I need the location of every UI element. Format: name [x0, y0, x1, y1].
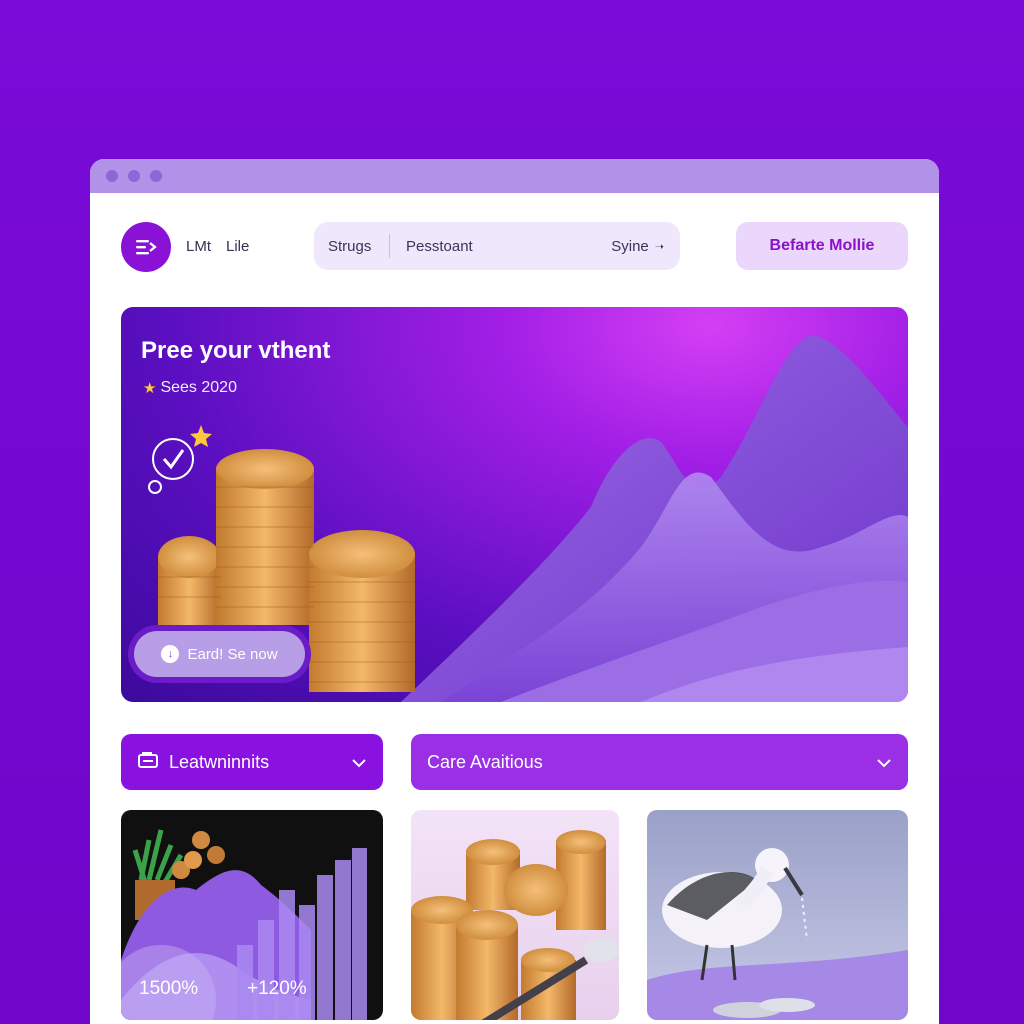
dropdown-leatwninnits[interactable]: Leatwninnits — [121, 734, 383, 790]
search-action[interactable]: Syine ➝ — [611, 238, 680, 255]
stat-value: 1500% — [139, 978, 199, 999]
nav-link[interactable]: Lile — [226, 238, 249, 255]
stat-value: +120% — [247, 978, 307, 999]
search-action-label: Syine — [611, 237, 649, 255]
arrow-right-icon: ➝ — [654, 240, 664, 253]
window-control-dot[interactable] — [106, 170, 118, 182]
search-input[interactable]: Pesstoant — [390, 238, 611, 255]
chevron-down-icon — [351, 752, 367, 773]
download-icon: ↓ — [161, 645, 180, 663]
folder-icon — [137, 751, 163, 774]
chevron-down-icon — [876, 752, 892, 773]
logo-menu-icon[interactable] — [121, 222, 171, 272]
window-control-dot[interactable] — [128, 170, 140, 182]
window-control-dot[interactable] — [150, 170, 162, 182]
hero-cta-label: Eard! Se now — [187, 645, 278, 663]
hero-subtitle: ★ Sees 2020 — [143, 379, 237, 397]
hero-subtitle-text: Sees 2020 — [160, 379, 237, 396]
card-coins-image[interactable] — [411, 810, 619, 1020]
nav-link[interactable]: LMt — [186, 238, 211, 255]
hero-cta-button[interactable]: ↓ Eard! Se now — [128, 625, 311, 683]
browser-window: LMt Lile Strugs Pesstoant Syine ➝ Befart… — [90, 159, 939, 1024]
dropdown-label: Care Avaitious — [427, 751, 543, 772]
hero-title: Pree your vthent — [141, 337, 331, 364]
site-header: LMt Lile Strugs Pesstoant Syine ➝ Befart… — [90, 193, 939, 287]
window-titlebar — [90, 159, 939, 193]
search-bar[interactable]: Strugs Pesstoant Syine ➝ — [314, 222, 680, 270]
dropdown-care-avaitious[interactable]: Care Avaitious — [411, 734, 908, 790]
card-bird-image[interactable] — [647, 810, 908, 1020]
header-cta-button[interactable]: Befarte Mollie — [736, 222, 908, 270]
dropdown-label: Leatwninnits — [169, 751, 270, 772]
coins-illustration — [411, 830, 619, 1020]
hero-banner: Pree your vthent ★ Sees 2020 ↓ Eard! Se … — [121, 307, 908, 702]
bird-illustration — [647, 848, 908, 1020]
star-icon: ★ — [143, 380, 157, 397]
card-growth-stats[interactable]: 1500% +120% — [121, 810, 383, 1020]
search-tab[interactable]: Strugs — [314, 238, 389, 255]
hero-cta-inner[interactable]: ↓ Eard! Se now — [134, 631, 305, 677]
